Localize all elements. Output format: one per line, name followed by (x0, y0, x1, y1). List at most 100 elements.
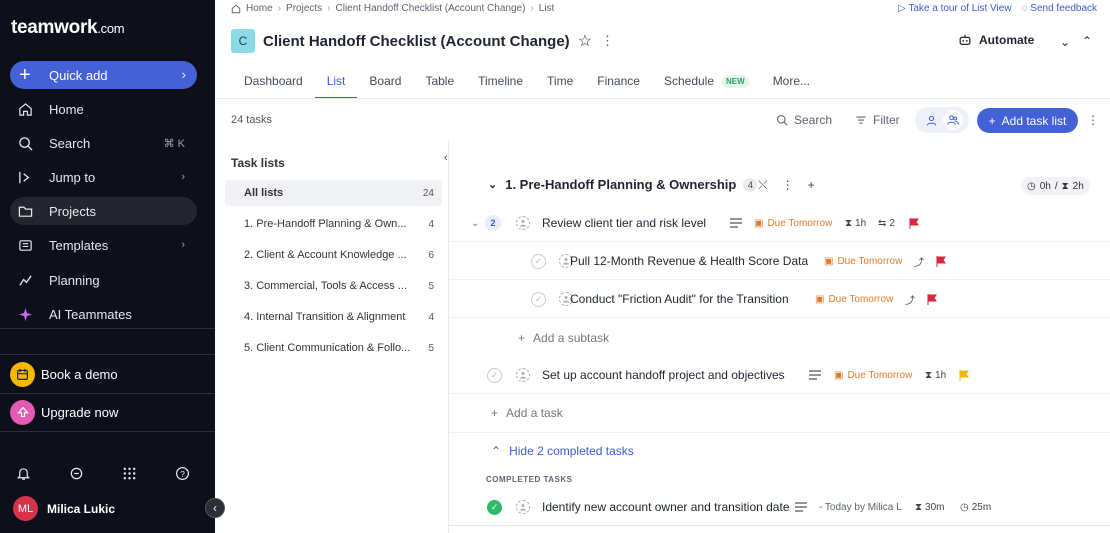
flag-icon[interactable] (909, 204, 919, 242)
automate-button[interactable]: Automate (958, 33, 1034, 47)
task-list-item-all[interactable]: All lists 24 (225, 180, 442, 206)
task-row[interactable]: ⌄ 2 Review client tier and risk level ▣ D… (449, 204, 1110, 242)
collapse-sidebar-button[interactable]: ‹ (205, 498, 225, 518)
sidebar-item-jump-to[interactable]: Jump to › (10, 163, 197, 191)
breadcrumb-projects[interactable]: Projects (286, 3, 322, 14)
chevron-down-icon[interactable]: ⌄ (471, 204, 479, 242)
section-count: 4 (743, 177, 758, 192)
user-profile[interactable]: ML Milica Lukic (13, 496, 115, 521)
task-name[interactable]: Pull 12-Month Revenue & Health Score Dat… (570, 242, 808, 280)
filter-button[interactable]: Filter (855, 113, 900, 127)
tab-dashboard[interactable]: Dashboard (231, 64, 315, 98)
add-subtask-button[interactable]: + Add a subtask (518, 331, 609, 345)
section-header[interactable]: ⌄ 1. Pre-Handoff Planning & Ownership 4 (488, 177, 758, 192)
task-list-item[interactable]: 2. Client & Account Knowledge ... 6 (225, 242, 442, 268)
more-options-icon[interactable]: ⋮ (782, 178, 794, 193)
complete-checkbox[interactable]: ✓ (487, 367, 502, 383)
plus-icon[interactable]: + (808, 178, 815, 193)
book-demo-button[interactable]: Book a demo (10, 359, 200, 389)
tab-list[interactable]: List (314, 64, 358, 99)
person-icon[interactable] (921, 110, 941, 130)
breadcrumb: Home › Projects › Client Handoff Checklist… (231, 3, 554, 14)
sidebar-item-home[interactable]: Home (10, 95, 197, 123)
complete-checkbox[interactable]: ✓ (531, 253, 546, 269)
sparkle-icon (18, 307, 33, 322)
sidebar-item-projects[interactable]: Projects (10, 197, 197, 225)
search-button[interactable]: Search (776, 113, 832, 127)
people-icon[interactable] (943, 110, 963, 130)
sidebar-item-templates[interactable]: Templates › (10, 231, 197, 259)
estimate[interactable]: ⧗ 1h (925, 356, 946, 394)
tab-schedule[interactable]: Schedule NEW (652, 64, 761, 98)
due-date[interactable]: ▣ Due Tomorrow (815, 280, 893, 318)
task-list-item[interactable]: 5. Client Communication & Follo... 5 (225, 335, 442, 361)
tab-timeline[interactable]: Timeline (466, 64, 535, 98)
collapse-icon[interactable]: ⤬ (758, 178, 768, 193)
description-icon[interactable] (795, 488, 807, 526)
calendar-icon: ▣ (824, 255, 834, 267)
more-options-icon[interactable]: ⋮ (601, 33, 614, 49)
subtasks-indicator[interactable]: ⇆ 2 (878, 204, 895, 242)
upgrade-now-button[interactable]: Upgrade now (10, 397, 200, 427)
search-icon (776, 114, 788, 126)
home-icon (18, 102, 33, 117)
subtask-row[interactable]: ✓ Pull 12-Month Revenue & Health Score D… (449, 242, 1110, 280)
logged-time[interactable]: ◷ 25m (960, 488, 991, 526)
star-icon[interactable]: ☆ (578, 31, 592, 51)
more-options-icon[interactable]: ⋮ (1087, 113, 1099, 127)
task-name[interactable]: Identify new account owner and transitio… (542, 488, 790, 526)
add-task-button[interactable]: + Add a task (491, 406, 563, 420)
apps-grid-icon[interactable] (122, 466, 137, 481)
estimate[interactable]: ⧗ 30m (915, 488, 944, 526)
chat-icon[interactable] (69, 466, 84, 481)
help-icon[interactable]: ? (175, 466, 190, 481)
assignee-icon[interactable] (516, 216, 530, 230)
task-name[interactable]: Review client tier and risk level (542, 204, 706, 242)
description-icon[interactable] (730, 204, 742, 242)
assignee-icon[interactable] (516, 368, 530, 382)
task-list-item[interactable]: 4. Internal Transition & Alignment 4 (225, 304, 442, 330)
completed-task-row[interactable]: ✓ Identify new account owner and transit… (449, 488, 1110, 526)
take-tour-link[interactable]: ▷ Take a tour of List View (898, 3, 1012, 14)
due-date[interactable]: ▣ Due Tomorrow (824, 242, 902, 280)
flag-icon[interactable] (927, 280, 937, 318)
subtask-row[interactable]: ✓ Conduct "Friction Audit" for the Trans… (449, 280, 1110, 318)
task-name[interactable]: Conduct "Friction Audit" for the Transit… (570, 280, 789, 318)
task-list-item[interactable]: 3. Commercial, Tools & Access ... 5 (225, 273, 442, 299)
description-icon[interactable] (809, 356, 821, 394)
chevron-up-icon[interactable]: ⌃ (1082, 34, 1092, 48)
sidebar-item-search[interactable]: Search ⌘ K (10, 129, 197, 157)
hide-completed-toggle[interactable]: ⌃ Hide 2 completed tasks (491, 444, 634, 458)
tab-board[interactable]: Board (357, 64, 413, 98)
tab-table[interactable]: Table (413, 64, 466, 98)
flag-icon[interactable] (959, 356, 969, 394)
send-feedback-link[interactable]: ◌ Send feedback (1022, 3, 1097, 14)
chevron-down-icon[interactable]: ⌄ (1060, 35, 1070, 49)
tab-time[interactable]: Time (535, 64, 585, 98)
completed-checkbox[interactable]: ✓ (487, 499, 502, 515)
due-date[interactable]: ▣ Due Tomorrow (754, 204, 832, 242)
shortcut-hint: ⌘ K (163, 137, 185, 150)
flag-icon[interactable] (936, 242, 946, 280)
assignee-toggle[interactable] (915, 107, 969, 133)
sidebar-item-planning[interactable]: Planning (10, 266, 197, 294)
tab-more[interactable]: More... (761, 64, 822, 98)
sidebar-footer-icons: ? (16, 466, 196, 482)
assignee-icon[interactable] (516, 500, 530, 514)
estimate[interactable]: ⧗ 1h (845, 204, 866, 242)
tab-finance[interactable]: Finance (585, 64, 652, 98)
task-list-item[interactable]: 1. Pre-Handoff Planning & Own... 4 (225, 211, 442, 237)
task-row[interactable]: ✓ Set up account handoff project and obj… (449, 356, 1110, 394)
breadcrumb-project[interactable]: Client Handoff Checklist (Account Change… (336, 3, 526, 14)
bell-icon[interactable] (16, 466, 31, 481)
sidebar-item-ai-teammates[interactable]: AI Teammates (10, 300, 197, 328)
task-name[interactable]: Set up account handoff project and objec… (542, 356, 785, 394)
subtask-count-badge[interactable]: 2 (485, 215, 501, 231)
view-tabs: Dashboard List Board Table Timeline Time… (231, 64, 822, 99)
due-date[interactable]: ▣ Due Tomorrow (834, 356, 912, 394)
quick-add-button[interactable]: + Quick add › (10, 61, 197, 89)
project-header: C Client Handoff Checklist (Account Chan… (231, 29, 614, 53)
breadcrumb-home[interactable]: Home (246, 3, 273, 14)
add-task-list-button[interactable]: + Add task list (977, 108, 1078, 133)
complete-checkbox[interactable]: ✓ (531, 291, 546, 307)
